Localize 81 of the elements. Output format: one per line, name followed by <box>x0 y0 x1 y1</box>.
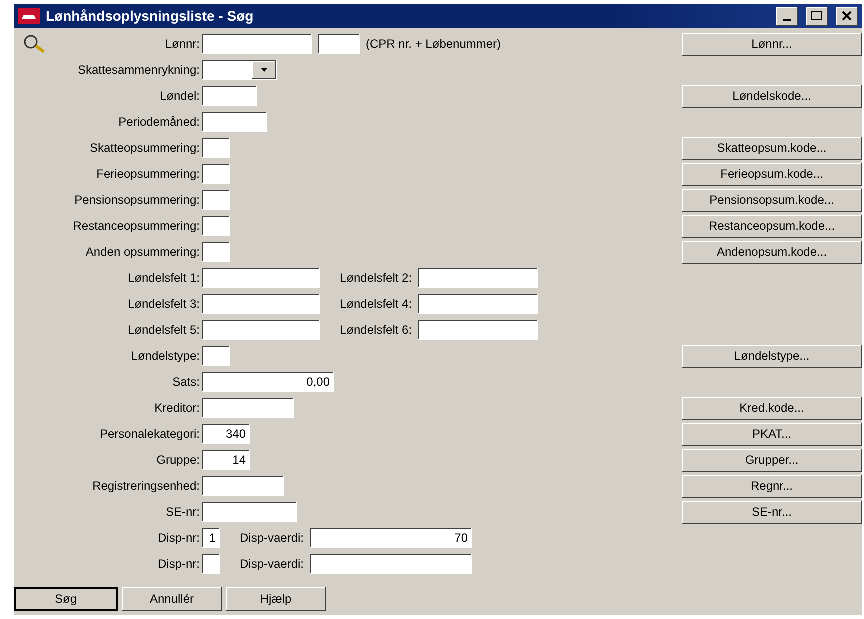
window-title: Lønhåndsoplysningsliste - Søg <box>46 8 255 24</box>
input-field[interactable] <box>202 554 220 574</box>
close-icon <box>842 11 852 21</box>
field-label: Lønnr: <box>165 37 201 51</box>
field-label: Pensionsopsummering: <box>74 193 201 207</box>
input-field[interactable] <box>202 190 230 210</box>
input-field[interactable] <box>202 34 312 54</box>
field-label: Løndelsfelt 2: <box>340 271 412 285</box>
input-field[interactable] <box>202 242 230 262</box>
input-field[interactable] <box>418 294 538 314</box>
lookup-button[interactable]: Kred.kode... <box>682 396 862 420</box>
field-label: Disp-nr: <box>158 531 201 545</box>
lookup-button[interactable]: Løndelstype... <box>682 344 862 368</box>
field-label: Løndelsfelt 5: <box>128 323 201 337</box>
input-field[interactable]: 1 <box>202 528 220 548</box>
car-icon <box>18 8 40 24</box>
field-label: SE-nr: <box>166 505 201 519</box>
lookup-button[interactable]: Løndelskode... <box>682 84 862 108</box>
input-field[interactable] <box>202 164 230 184</box>
input-field[interactable] <box>202 268 320 288</box>
lookup-button[interactable]: Pensionsopsum.kode... <box>682 188 862 212</box>
maximize-button[interactable] <box>806 6 828 26</box>
input-field[interactable]: 70 <box>310 528 472 548</box>
input-field[interactable]: 0,00 <box>202 372 334 392</box>
field-label: Skattesammenrykning: <box>78 63 201 77</box>
field-label: Disp-vaerdi: <box>240 531 304 545</box>
field-label: Løndel: <box>160 89 201 103</box>
input-field[interactable] <box>418 320 538 340</box>
minimize-button[interactable] <box>776 6 798 26</box>
field-label: Periodemåned: <box>118 115 201 129</box>
field-label: Restanceopsummering: <box>73 219 201 233</box>
input-field[interactable] <box>202 86 257 106</box>
field-label: Kreditor: <box>154 401 201 415</box>
dialog-button[interactable]: Hjælp <box>226 587 326 611</box>
maximize-icon <box>811 11 823 21</box>
input-field[interactable] <box>202 112 267 132</box>
field-label: Løndelsfelt 6: <box>340 323 412 337</box>
input-field[interactable] <box>202 294 320 314</box>
caret-icon <box>260 68 268 72</box>
lookup-button[interactable]: Skatteopsum.kode... <box>682 136 862 160</box>
hint-text: (CPR nr. + Løbenummer) <box>366 37 502 51</box>
input-field[interactable] <box>310 554 472 574</box>
search-icon <box>22 33 48 55</box>
input-field[interactable] <box>202 216 230 236</box>
input-field[interactable]: 340 <box>202 424 250 444</box>
field-label: Løndelstype: <box>131 349 201 363</box>
field-label: Skatteopsummering: <box>90 141 201 155</box>
lookup-button[interactable]: Ferieopsum.kode... <box>682 162 862 186</box>
lookup-button[interactable]: PKAT... <box>682 422 862 446</box>
field-label: Gruppe: <box>156 453 201 467</box>
input-field[interactable] <box>202 346 230 366</box>
dialog-button[interactable]: Annullér <box>122 587 222 611</box>
lookup-button[interactable]: Lønnr... <box>682 32 862 56</box>
field-label: Disp-vaerdi: <box>240 557 304 571</box>
input-field[interactable] <box>202 398 294 418</box>
lookup-button[interactable]: Regnr... <box>682 474 862 498</box>
input-field[interactable]: 14 <box>202 450 250 470</box>
lookup-button[interactable]: Grupper... <box>682 448 862 472</box>
input-field[interactable] <box>202 502 297 522</box>
field-label: Registreringsenhed: <box>92 479 201 493</box>
lookup-button[interactable]: Restanceopsum.kode... <box>682 214 862 238</box>
field-label: Sats: <box>172 375 201 389</box>
dropdown-button[interactable] <box>252 61 276 79</box>
field-label: Personalekategori: <box>100 427 201 441</box>
lookup-button[interactable]: Andenopsum.kode... <box>682 240 862 264</box>
field-label: Disp-nr: <box>158 557 201 571</box>
input-field[interactable] <box>418 268 538 288</box>
close-button[interactable] <box>836 6 858 26</box>
dialog-button[interactable]: Søg <box>14 587 118 611</box>
field-label: Løndelsfelt 4: <box>340 297 412 311</box>
field-label: Anden opsummering: <box>86 245 201 259</box>
minimize-icon <box>783 19 791 21</box>
field-label: Løndelsfelt 3: <box>128 297 201 311</box>
input-field[interactable] <box>202 138 230 158</box>
lookup-button[interactable]: SE-nr... <box>682 500 862 524</box>
input-field[interactable] <box>202 476 284 496</box>
dropdown-field[interactable] <box>202 60 277 80</box>
field-label: Løndelsfelt 1: <box>128 271 201 285</box>
input-field[interactable] <box>202 320 320 340</box>
field-label: Ferieopsummering: <box>96 167 201 181</box>
input-field[interactable] <box>318 34 360 54</box>
